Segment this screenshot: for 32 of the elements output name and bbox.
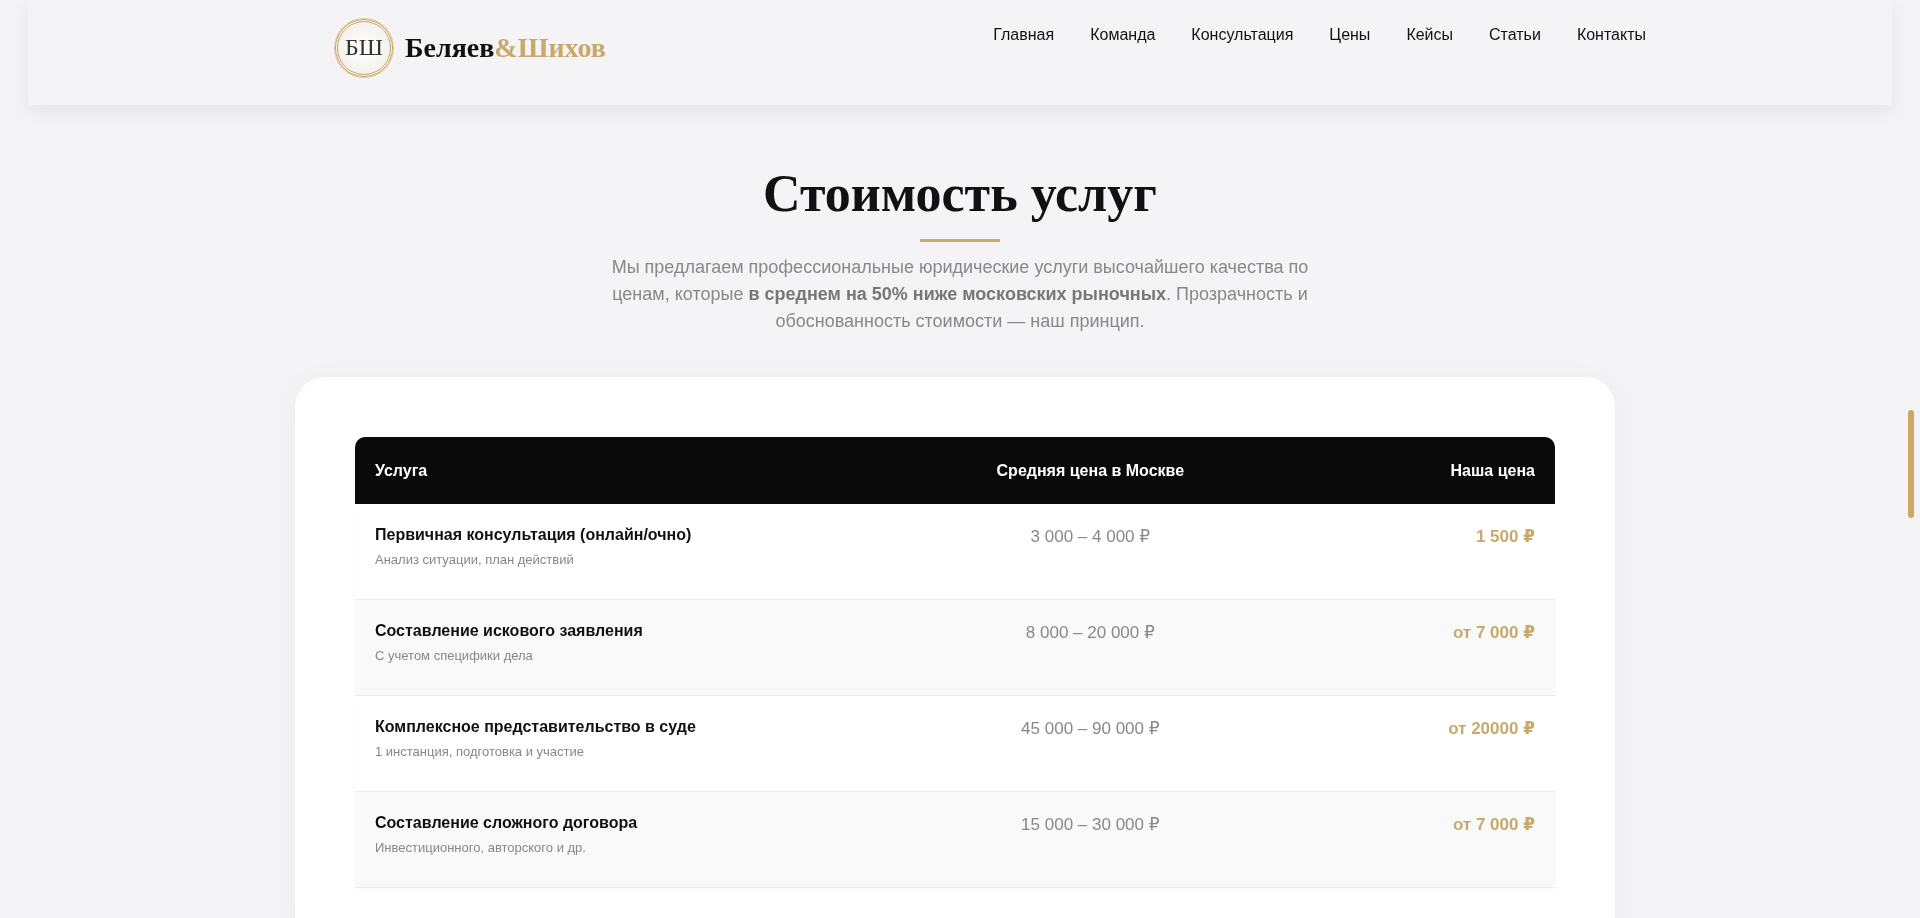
our-price: от 7 000 ₽: [1452, 815, 1535, 835]
logo-link[interactable]: БШ Беляев&Шихов: [335, 18, 606, 77]
service-note: 1 инстанция, подготовка и участие: [375, 744, 585, 760]
nav-link[interactable]: Консультация: [1191, 25, 1294, 44]
nav-link[interactable]: Контакты: [1576, 25, 1646, 44]
brand-name: Беляев&Шихов: [405, 31, 606, 64]
section-description: Мы предлагаем профессиональные юридические услуги высочайшего качества по ценам, которые в среднем на 50% ниже московских рыночных. Прозрачность и обоснованность стоимости — наш принцип.: [610, 256, 1310, 334]
scrollbar-thumb[interactable]: [1908, 410, 1914, 518]
service-name: Первичная консультация (онлайн/очно): [375, 526, 692, 545]
market-price: 3 000 – 4 000 ₽: [1030, 527, 1151, 547]
column-header: Средняя цена в Москве: [995, 461, 1186, 480]
service-name: Составление искового заявления: [375, 622, 643, 641]
nav-link[interactable]: Цены: [1329, 25, 1371, 44]
column-header: Наша цена: [1449, 461, 1535, 480]
service-note: Инвестиционного, авторского и др.: [375, 840, 586, 856]
monogram-badge: БШ: [335, 18, 393, 77]
service-name: Комплексное представительство в суде: [375, 718, 696, 737]
market-price: 15 000 – 30 000 ₽: [1021, 815, 1160, 835]
service-note: С учетом специфики дела: [375, 648, 533, 664]
column-header: Услуга: [375, 461, 429, 480]
section-title: Стоимость услуг: [763, 164, 1157, 224]
nav-link[interactable]: Главная: [993, 25, 1055, 44]
our-price: от 20000 ₽: [1448, 719, 1535, 739]
service-name: Составление сложного договора: [375, 814, 638, 833]
market-price: 8 000 – 20 000 ₽: [1025, 623, 1155, 643]
our-price: от 7 000 ₽: [1452, 623, 1535, 643]
market-price: 45 000 – 90 000 ₽: [1021, 719, 1160, 739]
nav-link[interactable]: Статьи: [1489, 25, 1541, 44]
nav-link[interactable]: Команда: [1090, 25, 1156, 44]
nav-link[interactable]: Кейсы: [1406, 25, 1454, 44]
our-price: 1 500 ₽: [1475, 527, 1535, 547]
service-note: Анализ ситуации, план действий: [375, 552, 574, 568]
